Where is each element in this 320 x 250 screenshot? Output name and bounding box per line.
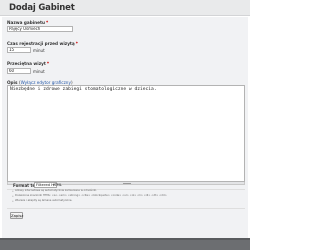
description-textarea[interactable]: Niezbędne i zdrowe zabiegi stomatologicz… [7, 85, 245, 182]
tip-item: Wiersze i akapity są łamane automatyczni… [12, 199, 175, 203]
page-header: Dodaj Gabinet [0, 0, 250, 16]
page-title: Dodaj Gabinet [9, 3, 75, 13]
chevron-down-icon: ▼ [52, 183, 55, 187]
name-label: Nazwa gabinetu* [7, 20, 49, 25]
form-panel: Nazwa gabinetu* Pajęcy Uśmiech Czas reje… [2, 17, 248, 238]
name-input[interactable]: Pajęcy Uśmiech [7, 26, 73, 32]
tip-item: Dozwolone znaczniki HTML: <a> <em> <stro… [12, 194, 175, 198]
save-button[interactable]: Zapisz [10, 212, 23, 219]
duration-unit: minut [33, 69, 45, 74]
duration-label: Przeciętna wizyt* [7, 61, 50, 66]
text-format-select[interactable]: Filtered HTML ▼ [34, 182, 62, 188]
footer-bar [0, 238, 250, 250]
registration-input[interactable]: 15 [7, 47, 31, 53]
registration-unit: minut [33, 48, 45, 53]
description-text: Niezbędne i zdrowe zabiegi stomatologicz… [10, 87, 157, 92]
divider [7, 208, 245, 209]
footer-strip [0, 238, 250, 240]
registration-label: Czas rejestracji przed wizytą* [7, 41, 78, 46]
duration-input[interactable]: 60 [7, 68, 31, 74]
tip-item: Adresy internetowe są automatycznie zami… [12, 189, 175, 193]
